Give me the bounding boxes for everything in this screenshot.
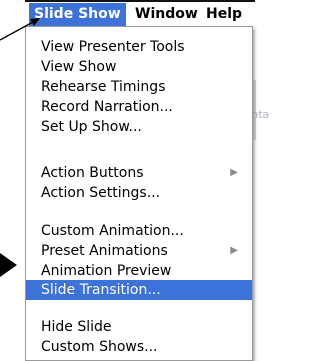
pointer-arrow-icon: [0, 253, 17, 277]
callout-line-top: [0, 21, 34, 41]
callout-arrows: [0, 18, 40, 277]
arrowhead-icon: [30, 18, 40, 26]
